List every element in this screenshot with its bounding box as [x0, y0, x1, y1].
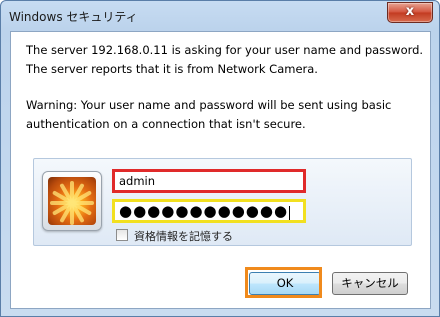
avatar [42, 171, 102, 231]
title-bar[interactable]: Windows セキュリティ x [1, 1, 439, 31]
user-avatar-icon [48, 177, 96, 225]
close-button[interactable]: x [387, 2, 433, 23]
remember-credentials[interactable]: 資格情報を記憶する [116, 228, 233, 244]
remember-label: 資格情報を記憶する [134, 230, 233, 243]
server-message: The server 192.168.0.11 is asking for yo… [26, 43, 424, 76]
close-icon: x [405, 4, 415, 19]
dialog-body: The server 192.168.0.11 is asking for yo… [10, 31, 431, 309]
ok-button[interactable]: OK [249, 272, 321, 295]
window-title: Windows セキュリティ [9, 10, 138, 24]
warning-message: Warning: Your user name and password wil… [26, 98, 392, 131]
password-field[interactable]: ●●●●●●●●●●●● [112, 199, 306, 223]
text-caret [289, 205, 291, 220]
username-value: admin [119, 174, 156, 188]
credential-tile: admin ●●●●●●●●●●●● 資格情報を記憶する [33, 158, 412, 246]
cancel-button[interactable]: キャンセル [332, 272, 408, 295]
password-value: ●●●●●●●●●●●● [119, 202, 289, 220]
security-dialog: Windows セキュリティ x The server 192.168.0.11… [0, 0, 440, 317]
remember-checkbox[interactable] [116, 229, 128, 241]
username-field[interactable]: admin [112, 169, 306, 193]
